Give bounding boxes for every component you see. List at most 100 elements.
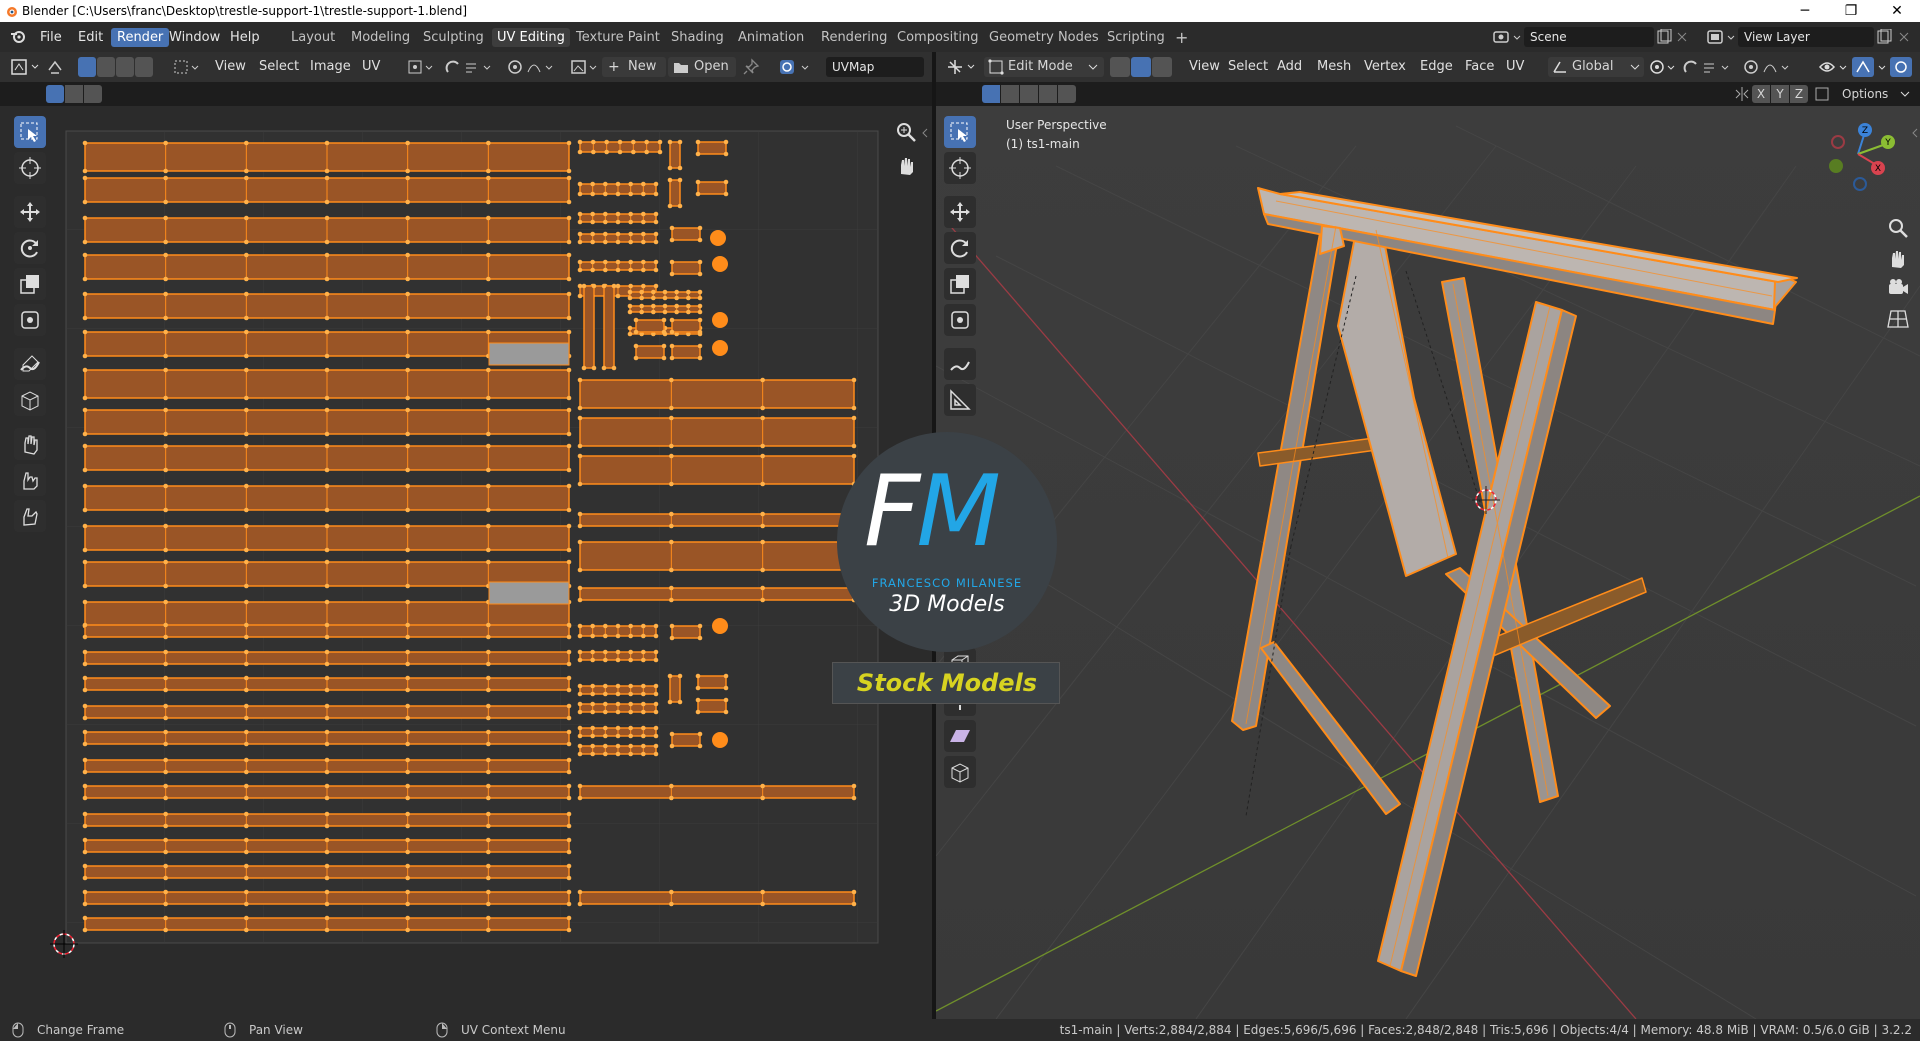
uv-vertex[interactable] xyxy=(324,315,330,321)
uv-vertex[interactable] xyxy=(662,309,668,315)
uv-vertex[interactable] xyxy=(628,733,633,739)
uv-vertex[interactable] xyxy=(577,511,583,517)
tool-relax[interactable] xyxy=(14,464,46,496)
uv-vertex[interactable] xyxy=(577,405,583,411)
uv-vertex[interactable] xyxy=(244,687,249,693)
uv-vertex[interactable] xyxy=(641,283,646,289)
uv-vertex[interactable] xyxy=(669,225,675,231)
uv-vertex[interactable] xyxy=(82,483,88,489)
uv-vertex[interactable] xyxy=(697,317,703,323)
uv-vertex[interactable] xyxy=(244,443,249,449)
tab-rendering[interactable]: Rendering xyxy=(816,28,892,47)
uv-small-island[interactable] xyxy=(671,345,701,359)
tool-scale[interactable] xyxy=(14,268,46,300)
tool-cursor[interactable] xyxy=(14,152,46,184)
uv-vertex[interactable] xyxy=(324,649,330,655)
uv-vertex[interactable] xyxy=(82,252,88,258)
uv-vertex[interactable] xyxy=(405,889,410,895)
uv-vertex[interactable] xyxy=(566,769,572,775)
uv-vertex[interactable] xyxy=(566,291,572,297)
uv-vertex[interactable] xyxy=(641,725,646,731)
close-button[interactable]: ✕ xyxy=(1874,0,1920,22)
uv-vertex[interactable] xyxy=(566,661,572,667)
uv-vertex[interactable] xyxy=(566,252,572,258)
uv-small-island[interactable] xyxy=(669,675,681,703)
uv-vertex[interactable] xyxy=(244,199,249,205)
uv-vertex[interactable] xyxy=(244,175,249,181)
uv-small-island[interactable] xyxy=(697,141,727,155)
uv-vertex[interactable] xyxy=(651,289,656,295)
uv-vertex[interactable] xyxy=(669,317,675,323)
select-extend-button[interactable] xyxy=(65,85,83,103)
uv-vertex[interactable] xyxy=(615,683,621,689)
uv-vertex[interactable] xyxy=(163,687,168,693)
uv-vertex[interactable] xyxy=(82,353,88,359)
uv-vertex[interactable] xyxy=(669,585,674,591)
uv-vertex[interactable] xyxy=(82,649,88,655)
uv-vertex[interactable] xyxy=(82,889,88,895)
uv-vertex[interactable] xyxy=(615,691,621,697)
uv-vertex[interactable] xyxy=(486,927,491,933)
tab-sculpting[interactable]: Sculpting xyxy=(418,28,489,47)
uv-vertex[interactable] xyxy=(324,215,330,221)
vp-select-extend[interactable] xyxy=(1001,85,1019,103)
uv-vertex[interactable] xyxy=(760,889,765,895)
uv-vertex[interactable] xyxy=(405,837,410,843)
uv-vertex[interactable] xyxy=(653,211,659,217)
3d-viewport-area[interactable]: User Perspective (1) ts1-main Z Y X xyxy=(936,106,1920,1019)
uv-vertex[interactable] xyxy=(82,849,88,855)
uv-vertex[interactable] xyxy=(82,661,88,667)
uv-vertex[interactable] xyxy=(577,585,583,591)
uv-vertex[interactable] xyxy=(324,523,330,529)
uv-vertex[interactable] xyxy=(639,303,644,309)
uv-vertex[interactable] xyxy=(486,795,491,801)
uv-vertex[interactable] xyxy=(628,181,633,187)
uv-vertex[interactable] xyxy=(244,291,249,297)
uv-vertex[interactable] xyxy=(667,699,673,705)
uv-vertex[interactable] xyxy=(405,239,410,245)
uv-vertex[interactable] xyxy=(601,283,607,289)
uv-vertex[interactable] xyxy=(324,199,330,205)
uv-vertex[interactable] xyxy=(628,633,633,639)
uv-vertex[interactable] xyxy=(590,691,595,697)
uv-vertex[interactable] xyxy=(82,837,88,843)
uv-vertex[interactable] xyxy=(163,927,168,933)
uv-vertex[interactable] xyxy=(244,927,249,933)
uv-vertex[interactable] xyxy=(603,231,608,237)
uv-vertex[interactable] xyxy=(590,683,595,689)
uv-vertex[interactable] xyxy=(486,199,491,205)
uv-vertex[interactable] xyxy=(324,443,330,449)
uv-vertex[interactable] xyxy=(653,751,659,757)
uv-vertex[interactable] xyxy=(566,547,572,553)
pin-icon[interactable] xyxy=(742,58,760,76)
uv-vertex[interactable] xyxy=(577,649,583,655)
uv-vertex[interactable] xyxy=(405,443,410,449)
uv-vertex[interactable] xyxy=(405,523,410,529)
uv-vertex[interactable] xyxy=(324,823,330,829)
menu-help[interactable]: Help xyxy=(224,28,266,47)
uv-vertex[interactable] xyxy=(82,863,88,869)
uv-vertex[interactable] xyxy=(577,597,583,603)
uv-vertex[interactable] xyxy=(604,149,609,155)
uv-vertex[interactable] xyxy=(603,657,608,663)
uv-vertex[interactable] xyxy=(163,291,168,297)
uv-vertex[interactable] xyxy=(669,889,674,895)
uv-vertex[interactable] xyxy=(641,649,646,655)
view-layer-field[interactable]: View Layer xyxy=(1738,27,1874,47)
uv-vertex[interactable] xyxy=(244,367,249,373)
uv-vertex[interactable] xyxy=(617,139,623,145)
uv-vertex[interactable] xyxy=(653,733,659,739)
uv-vertex[interactable] xyxy=(324,741,330,747)
uv-vertex[interactable] xyxy=(486,823,491,829)
uv-vertex[interactable] xyxy=(669,511,674,517)
uv-vertex[interactable] xyxy=(244,849,249,855)
uv-vertex[interactable] xyxy=(851,901,857,907)
uv-vertex[interactable] xyxy=(405,715,410,721)
uv-vertex[interactable] xyxy=(603,701,608,707)
uv-vertex[interactable] xyxy=(324,467,330,473)
uv-vertex[interactable] xyxy=(163,675,168,681)
uv-vertex[interactable] xyxy=(615,623,621,629)
uv-vertex[interactable] xyxy=(244,901,249,907)
uv-vertex[interactable] xyxy=(615,701,621,707)
uv-vertex[interactable] xyxy=(760,585,765,591)
